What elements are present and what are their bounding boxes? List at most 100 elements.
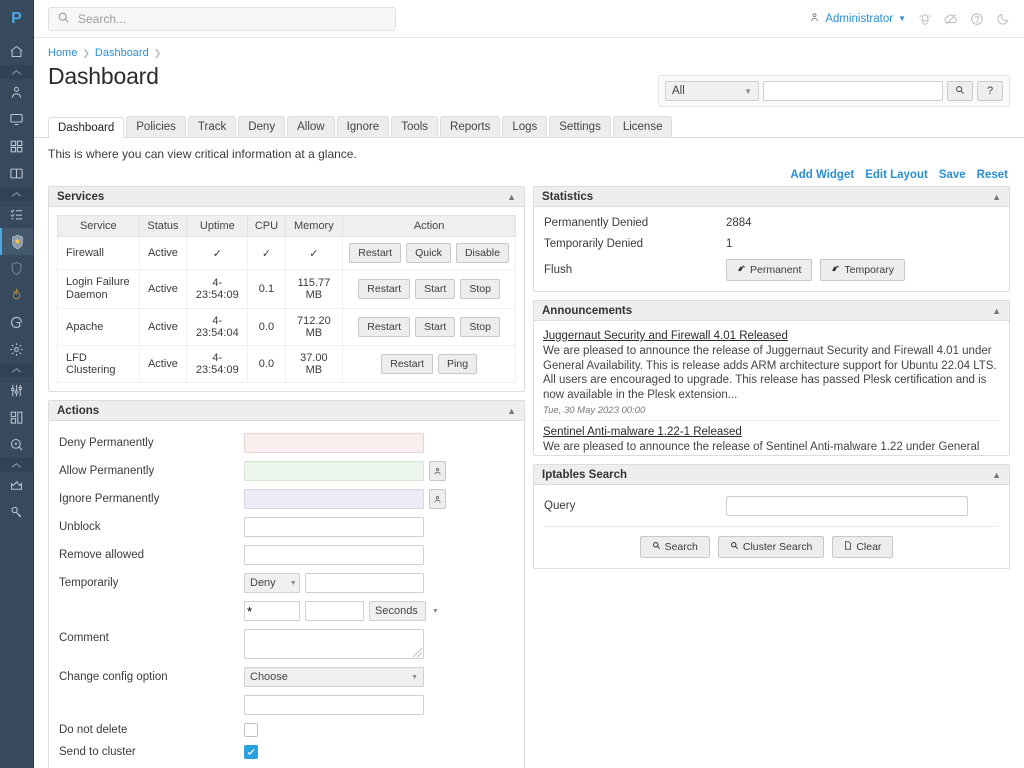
save-link[interactable]: Save [939,169,966,181]
start-button[interactable]: Start [415,279,455,299]
restart-button[interactable]: Restart [381,354,433,374]
stop-button[interactable]: Stop [460,279,500,299]
allow-permanently-user-picker-button[interactable] [429,461,446,481]
add-widget-link[interactable]: Add Widget [790,169,854,181]
field-do-not-delete: Do not delete [59,723,514,737]
sidebar-item-grafana[interactable] [0,309,33,336]
sidebar-item-tasks[interactable] [0,201,33,228]
sidebar-separator-4[interactable] [0,458,33,472]
search-button[interactable]: Search [640,536,710,558]
sidebar-item-search[interactable] [0,431,33,458]
tab-deny[interactable]: Deny [238,116,285,137]
remove-allowed-input[interactable] [244,545,424,565]
change-config-value-input[interactable] [244,695,424,715]
tab-license[interactable]: License [613,116,673,137]
sidebar-item-firewall[interactable] [0,282,33,309]
chevron-up-icon[interactable]: ▲ [992,306,1001,316]
temporarily-action-select[interactable]: Deny ▼ [244,573,300,593]
announcement-title[interactable]: Sentinel Anti-malware 1.22-1 Released [543,426,1000,438]
plesk-logo[interactable]: P [0,0,33,38]
avatar-icon [809,12,820,26]
ignore-permanently-input[interactable] [244,489,424,509]
temporarily-duration-input[interactable] [305,601,364,621]
flame-icon [10,288,23,303]
breadcrumb-item-home[interactable]: Home [48,47,77,59]
moon-icon[interactable] [996,12,1010,26]
help-circle-icon[interactable] [970,12,984,26]
cluster-search-button[interactable]: Cluster Search [718,536,824,558]
flush-permanent-button[interactable]: Permanent [726,259,812,281]
send-to-cluster-checkbox[interactable] [244,745,258,759]
sidebar-item-juggernaut-security[interactable] [0,228,33,255]
temporarily-target-input[interactable] [305,573,424,593]
table-row: Firewall Active ✓ ✓ ✓ Restart Quick [58,237,516,270]
tab-dashboard[interactable]: Dashboard [48,117,124,138]
sidebar-item-websites[interactable] [0,106,33,133]
sidebar-item-home[interactable] [0,38,33,65]
tab-logs[interactable]: Logs [502,116,547,137]
comment-textarea[interactable] [244,629,424,659]
restart-button[interactable]: Restart [358,279,410,299]
services-table: Service Status Uptime CPU Memory Action [57,215,516,383]
filter-scope-select[interactable]: All ▼ [665,81,759,101]
chevron-down-icon: ▼ [290,580,297,587]
sidebar-separator-2[interactable] [0,187,33,201]
ping-button[interactable]: Ping [438,354,477,374]
disable-button[interactable]: Disable [456,243,509,263]
g-icon [9,315,24,330]
ignore-permanently-user-picker-button[interactable] [429,489,446,509]
filter-search-button[interactable] [947,81,973,101]
filter-search-input[interactable] [763,81,943,101]
temporarily-unit-select[interactable]: Seconds ▼ [369,601,426,621]
chevron-up-icon[interactable]: ▲ [992,192,1001,202]
cloud-slash-icon[interactable] [944,12,958,26]
stop-button[interactable]: Stop [460,317,500,337]
announcement-title[interactable]: Juggernaut Security and Firewall 4.01 Re… [543,330,1000,342]
edit-layout-link[interactable]: Edit Layout [865,169,928,181]
temporarily-port-input[interactable] [244,601,300,621]
restart-button[interactable]: Restart [358,317,410,337]
chevron-down-icon: ▼ [744,87,752,96]
tab-tools[interactable]: Tools [391,116,438,137]
restart-button[interactable]: Restart [349,243,401,263]
chevron-up-icon[interactable]: ▲ [507,406,516,416]
quick-button[interactable]: Quick [406,243,451,263]
sidebar-item-extensions[interactable] [0,404,33,431]
allow-permanently-input[interactable] [244,461,424,481]
tab-settings[interactable]: Settings [549,116,611,137]
tab-policies[interactable]: Policies [126,116,186,137]
search-input[interactable] [76,11,387,27]
tab-ignore[interactable]: Ignore [337,116,390,137]
user-menu[interactable]: Administrator ▼ [809,12,906,26]
unblock-input[interactable] [244,517,424,537]
temporarily-action-value: Deny [250,577,276,589]
tab-track[interactable]: Track [188,116,236,137]
sidebar-item-license[interactable] [0,472,33,499]
tab-reports[interactable]: Reports [440,116,500,137]
sidebar-item-docs[interactable] [0,160,33,187]
do-not-delete-checkbox[interactable] [244,723,258,737]
flush-temporary-button[interactable]: Temporary [820,259,905,281]
bell-icon[interactable] [918,12,932,26]
sidebar-separator-1[interactable] [0,65,33,79]
sidebar-item-customers[interactable] [0,79,33,106]
clear-button[interactable]: Clear [832,536,893,558]
global-search[interactable] [48,7,396,31]
change-config-option-select[interactable]: Choose ▼ [244,667,424,687]
deny-permanently-input[interactable] [244,433,424,453]
sidebar-item-security[interactable] [0,255,33,282]
sidebar-item-settings[interactable] [0,336,33,363]
tab-allow[interactable]: Allow [287,116,334,137]
chevron-up-icon[interactable]: ▲ [992,470,1001,480]
start-button[interactable]: Start [415,317,455,337]
allow-permanently-label: Allow Permanently [59,465,244,477]
sidebar-item-tools[interactable] [0,377,33,404]
reset-link[interactable]: Reset [977,169,1008,181]
sidebar-item-access[interactable] [0,499,33,526]
chevron-up-icon[interactable]: ▲ [507,192,516,202]
sidebar-item-applications[interactable] [0,133,33,160]
sidebar-separator-3[interactable] [0,363,33,377]
query-input[interactable] [726,496,968,516]
breadcrumb-item-dashboard[interactable]: Dashboard [95,47,149,59]
filter-help-button[interactable]: ? [977,81,1003,101]
